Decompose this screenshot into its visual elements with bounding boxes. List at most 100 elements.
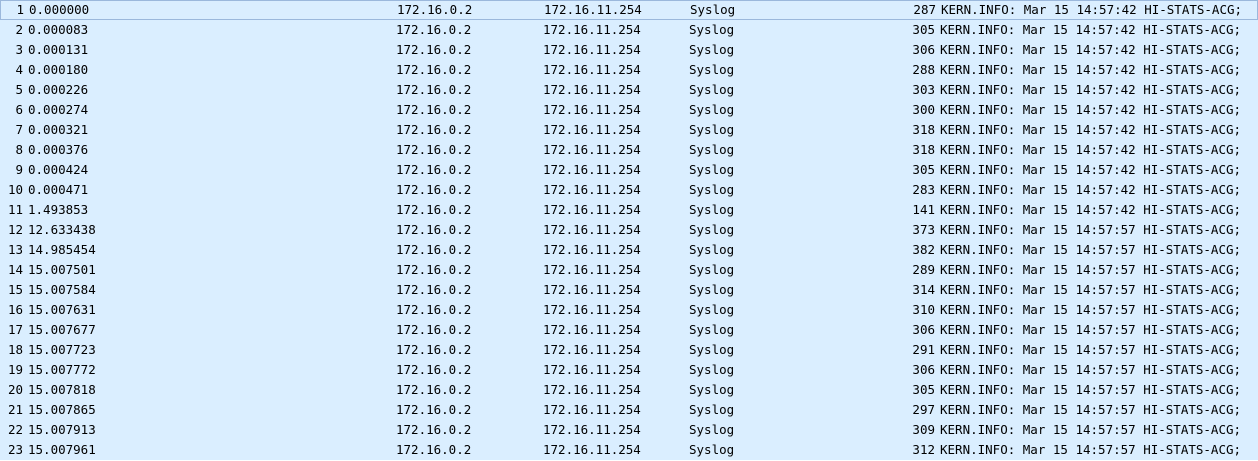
table-row[interactable]: 22 15.007913 172.16.0.2 172.16.11.254 Syslog… bbox=[0, 420, 1258, 440]
table-row[interactable]: 9 0.000424 172.16.0.2 172.16.11.254 Syslog 30… bbox=[0, 160, 1258, 180]
packet-number: 2 bbox=[15, 22, 23, 37]
packet-length: 309 bbox=[912, 422, 935, 437]
packet-protocol: Syslog bbox=[689, 402, 735, 417]
packet-number: 8 bbox=[15, 142, 23, 157]
packet-number: 9 bbox=[15, 162, 23, 177]
packet-source: 172.16.0.2 bbox=[396, 82, 472, 97]
table-row[interactable]: 14 15.007501 172.16.0.2 172.16.11.254 Syslog… bbox=[0, 260, 1258, 280]
packet-time: 0.000471 bbox=[28, 182, 89, 197]
packet-time: 15.007865 bbox=[28, 402, 96, 417]
packet-time: 0.000424 bbox=[28, 162, 89, 177]
packet-number: 5 bbox=[15, 82, 23, 97]
packet-time: 15.007818 bbox=[28, 382, 96, 397]
packet-protocol: Syslog bbox=[689, 162, 735, 177]
packet-length: 283 bbox=[912, 182, 935, 197]
packet-length: 291 bbox=[912, 342, 935, 357]
packet-source: 172.16.0.2 bbox=[396, 282, 472, 297]
packet-length: 141 bbox=[912, 202, 935, 217]
packet-length: 288 bbox=[912, 62, 935, 77]
table-row[interactable]: 6 0.000274 172.16.0.2 172.16.11.254 Syslog 30… bbox=[0, 100, 1258, 120]
table-row[interactable]: 7 0.000321 172.16.0.2 172.16.11.254 Syslog 31… bbox=[0, 120, 1258, 140]
packet-length: 303 bbox=[912, 82, 935, 97]
table-row[interactable]: 5 0.000226 172.16.0.2 172.16.11.254 Syslog 30… bbox=[0, 80, 1258, 100]
packet-protocol: Syslog bbox=[689, 342, 735, 357]
table-row[interactable]: 19 15.007772 172.16.0.2 172.16.11.254 Syslog… bbox=[0, 360, 1258, 380]
packet-protocol: Syslog bbox=[690, 2, 736, 17]
table-row[interactable]: 21 15.007865 172.16.0.2 172.16.11.254 Syslog… bbox=[0, 400, 1258, 420]
packet-info: KERN.INFO: Mar 15 14:57:57 HI-STATS-ACG; bbox=[940, 282, 1242, 297]
packet-protocol: Syslog bbox=[689, 102, 735, 117]
packet-length: 297 bbox=[912, 402, 935, 417]
table-row[interactable]: 11 1.493853 172.16.0.2 172.16.11.254 Syslog 1… bbox=[0, 200, 1258, 220]
packet-time: 15.007501 bbox=[28, 262, 96, 277]
table-row[interactable]: 12 12.633438 172.16.0.2 172.16.11.254 Syslog… bbox=[0, 220, 1258, 240]
packet-length: 306 bbox=[912, 362, 935, 377]
packet-info: KERN.INFO: Mar 15 14:57:57 HI-STATS-ACG; bbox=[940, 242, 1242, 257]
packet-destination: 172.16.11.254 bbox=[543, 222, 641, 237]
packet-protocol: Syslog bbox=[689, 42, 735, 57]
packet-info: KERN.INFO: Mar 15 14:57:42 HI-STATS-ACG; bbox=[940, 42, 1242, 57]
table-row[interactable]: 2 0.000083 172.16.0.2 172.16.11.254 Syslog 30… bbox=[0, 20, 1258, 40]
packet-protocol: Syslog bbox=[689, 222, 735, 237]
table-row[interactable]: 20 15.007818 172.16.0.2 172.16.11.254 Syslog… bbox=[0, 380, 1258, 400]
packet-info: KERN.INFO: Mar 15 14:57:57 HI-STATS-ACG; bbox=[940, 402, 1242, 417]
packet-length: 300 bbox=[912, 102, 935, 117]
packet-source: 172.16.0.2 bbox=[396, 102, 472, 117]
table-row[interactable]: 13 14.985454 172.16.0.2 172.16.11.254 Syslog… bbox=[0, 240, 1258, 260]
packet-length: 306 bbox=[912, 322, 935, 337]
packet-number: 3 bbox=[15, 42, 23, 57]
packet-source: 172.16.0.2 bbox=[396, 402, 472, 417]
packet-protocol: Syslog bbox=[689, 202, 735, 217]
packet-destination: 172.16.11.254 bbox=[543, 422, 641, 437]
packet-info: KERN.INFO: Mar 15 14:57:42 HI-STATS-ACG; bbox=[940, 22, 1242, 37]
packet-time: 15.007584 bbox=[28, 282, 96, 297]
packet-length: 318 bbox=[912, 122, 935, 137]
packet-time: 0.000083 bbox=[28, 22, 89, 37]
table-row[interactable]: 18 15.007723 172.16.0.2 172.16.11.254 Syslog… bbox=[0, 340, 1258, 360]
packet-destination: 172.16.11.254 bbox=[543, 182, 641, 197]
packet-destination: 172.16.11.254 bbox=[543, 242, 641, 257]
packet-time: 1.493853 bbox=[28, 202, 89, 217]
packet-destination: 172.16.11.254 bbox=[543, 302, 641, 317]
packet-length: 306 bbox=[912, 42, 935, 57]
table-row[interactable]: 16 15.007631 172.16.0.2 172.16.11.254 Syslog… bbox=[0, 300, 1258, 320]
packet-number: 21 bbox=[7, 402, 23, 417]
packet-source: 172.16.0.2 bbox=[396, 362, 472, 377]
packet-time: 12.633438 bbox=[28, 222, 96, 237]
packet-protocol: Syslog bbox=[689, 62, 735, 77]
packet-info: KERN.INFO: Mar 15 14:57:42 HI-STATS-ACG; bbox=[940, 142, 1242, 157]
packet-number: 6 bbox=[15, 102, 23, 117]
packet-info: KERN.INFO: Mar 15 14:57:42 HI-STATS-ACG; bbox=[940, 202, 1242, 217]
packet-number: 18 bbox=[7, 342, 23, 357]
packet-destination: 172.16.11.254 bbox=[543, 142, 641, 157]
table-row[interactable]: 1 0.000000 172.16.0.2 172.16.11.254 Syslog 28… bbox=[0, 0, 1258, 20]
table-row[interactable]: 23 15.007961 172.16.0.2 172.16.11.254 Syslog… bbox=[0, 440, 1258, 460]
packet-time: 15.007723 bbox=[28, 342, 96, 357]
packet-number: 1 bbox=[16, 2, 24, 17]
packet-number: 13 bbox=[7, 242, 23, 257]
table-row[interactable]: 3 0.000131 172.16.0.2 172.16.11.254 Syslog 30… bbox=[0, 40, 1258, 60]
packet-source: 172.16.0.2 bbox=[396, 222, 472, 237]
packet-info: KERN.INFO: Mar 15 14:57:57 HI-STATS-ACG; bbox=[940, 302, 1242, 317]
table-row[interactable]: 10 0.000471 172.16.0.2 172.16.11.254 Syslog 2… bbox=[0, 180, 1258, 200]
table-row[interactable]: 8 0.000376 172.16.0.2 172.16.11.254 Syslog 31… bbox=[0, 140, 1258, 160]
packet-number: 22 bbox=[7, 422, 23, 437]
packet-length: 382 bbox=[912, 242, 935, 257]
packet-destination: 172.16.11.254 bbox=[543, 342, 641, 357]
packet-destination: 172.16.11.254 bbox=[543, 202, 641, 217]
packet-length: 305 bbox=[912, 162, 935, 177]
packet-destination: 172.16.11.254 bbox=[543, 362, 641, 377]
packet-destination: 172.16.11.254 bbox=[543, 282, 641, 297]
packet-source: 172.16.0.2 bbox=[396, 122, 472, 137]
packet-info: KERN.INFO: Mar 15 14:57:57 HI-STATS-ACG; bbox=[940, 362, 1242, 377]
packet-source: 172.16.0.2 bbox=[396, 162, 472, 177]
table-row[interactable]: 15 15.007584 172.16.0.2 172.16.11.254 Syslog… bbox=[0, 280, 1258, 300]
table-row[interactable]: 17 15.007677 172.16.0.2 172.16.11.254 Syslog… bbox=[0, 320, 1258, 340]
packet-time: 15.007677 bbox=[28, 322, 96, 337]
packet-time: 0.000274 bbox=[28, 102, 89, 117]
packet-source: 172.16.0.2 bbox=[396, 422, 472, 437]
packet-protocol: Syslog bbox=[689, 22, 735, 37]
packet-protocol: Syslog bbox=[689, 182, 735, 197]
table-row[interactable]: 4 0.000180 172.16.0.2 172.16.11.254 Syslog 28… bbox=[0, 60, 1258, 80]
packet-protocol: Syslog bbox=[689, 282, 735, 297]
